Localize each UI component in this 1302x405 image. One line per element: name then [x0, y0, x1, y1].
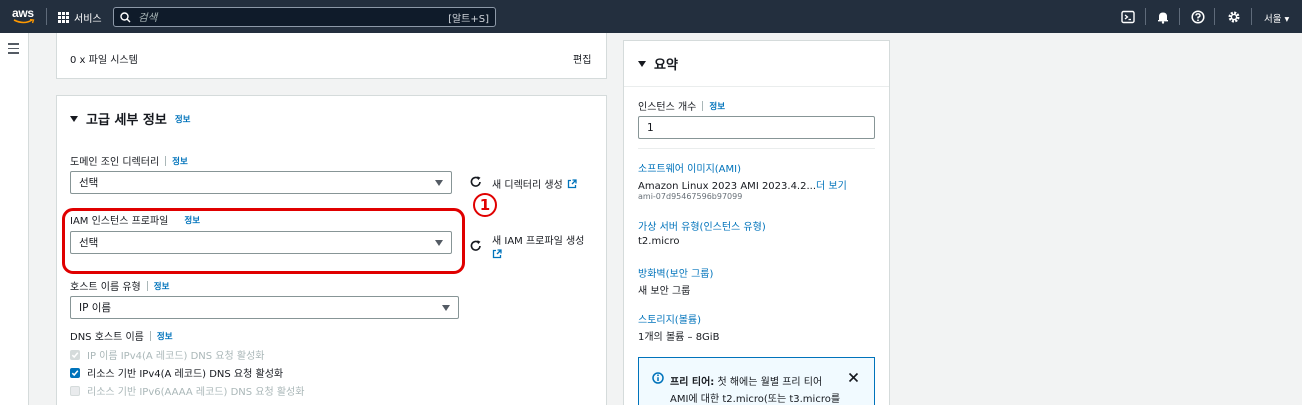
instance-type-link[interactable]: 가상 서버 유형(인스턴스 유형) [638, 218, 766, 233]
checkbox-checked-disabled-icon [70, 349, 80, 360]
hostname-type-label: 호스트 이름 유형 [70, 282, 141, 293]
storage-value: 1개의 볼륨 – 8GiB [638, 332, 720, 343]
search-icon [120, 11, 131, 22]
free-tier-text-1: 첫 해에는 월별 프리 티어 [717, 377, 823, 388]
dns-option-ip-name[interactable]: IP 이름 IPv4(A 레코드) DNS 요청 활성화 [70, 347, 264, 362]
divider [1214, 8, 1215, 25]
chevron-down-icon [442, 305, 450, 311]
search-input[interactable]: 검색 [138, 10, 448, 25]
dns-option-label: 리소스 기반 IPv6(AAAA 레코드) DNS 요청 활성화 [87, 387, 305, 398]
annotation-highlight-frame [62, 208, 465, 274]
annotation-number-badge: 1 [473, 193, 497, 217]
file-system-panel: 0 x 파일 시스템 편집 [56, 33, 607, 79]
divider [1251, 8, 1252, 25]
hostname-type-select-value: IP 이름 [79, 302, 112, 314]
hostname-type-label-row: 호스트 이름 유형 정보 [70, 278, 169, 293]
dns-option-resource-ipv6[interactable]: 리소스 기반 IPv6(AAAA 레코드) DNS 요청 활성화 [70, 383, 304, 398]
search-bar[interactable]: 검색 [알트+S] [113, 7, 496, 27]
external-link-icon [567, 178, 577, 188]
summary-heading: 요약 [654, 58, 678, 73]
dns-option-resource-ipv4[interactable]: 리소스 기반 IPv4(A 레코드) DNS 요청 활성화 [70, 365, 283, 380]
ami-more-link[interactable]: 더 보기 [816, 181, 847, 192]
free-tier-text-2: AMI에 대한 t2.micro(또는 t3.micro를 [670, 394, 841, 405]
hamburger-menu-icon[interactable] [8, 43, 19, 57]
ami-id: ami-07d95467596b97099 [638, 192, 743, 201]
ami-link[interactable]: 소프트웨어 이미지(AMI) [638, 160, 741, 175]
file-system-edit-link[interactable]: 편집 [573, 51, 591, 66]
instance-count-label-row: 인스턴스 개수 정보 [638, 98, 725, 113]
firewall-value: 새 보안 그룹 [638, 286, 691, 297]
free-tier-alert: 프리 티어: 첫 해에는 월별 프리 티어 AMI에 대한 t2.micro(또… [638, 357, 875, 405]
instance-count-input[interactable]: 1 [638, 116, 875, 139]
aws-smile-icon [13, 19, 35, 24]
divider [624, 86, 889, 87]
summary-toggle[interactable]: 요약 [638, 54, 678, 73]
region-selector[interactable]: 서울 ▾ [1264, 11, 1289, 25]
divider [1179, 8, 1180, 25]
free-tier-line-1: 프리 티어: 첫 해에는 월별 프리 티어 [670, 373, 822, 388]
dns-option-label: IP 이름 IPv4(A 레코드) DNS 요청 활성화 [87, 351, 265, 362]
close-icon[interactable] [848, 372, 859, 383]
create-directory-link[interactable]: 새 디렉터리 생성 [492, 176, 577, 191]
chevron-down-icon [435, 180, 443, 186]
domain-join-label: 도메인 조인 디렉터리 [70, 157, 160, 168]
dns-hostname-info-link[interactable]: 정보 [157, 330, 173, 342]
advanced-details-toggle[interactable]: 고급 세부 정보 정보 [70, 109, 190, 128]
hostname-type-select[interactable]: IP 이름 [70, 296, 459, 319]
caret-down-icon [638, 60, 646, 67]
top-navigation-bar: aws 서비스 검색 [알트+S] 서울 ▾ [0, 0, 1302, 33]
aws-logo[interactable]: aws [12, 7, 36, 27]
info-circle-icon [652, 372, 664, 384]
instance-count-value: 1 [647, 121, 654, 134]
domain-join-select-value: 선택 [79, 177, 99, 189]
storage-link[interactable]: 스토리지(볼륨) [638, 311, 701, 326]
file-system-count: 0 x 파일 시스템 [70, 55, 138, 66]
instance-count-label: 인스턴스 개수 [638, 102, 697, 113]
aws-logo-text: aws [12, 6, 34, 20]
domain-join-select[interactable]: 선택 [70, 171, 452, 194]
dns-option-label: 리소스 기반 IPv4(A 레코드) DNS 요청 활성화 [87, 369, 284, 380]
left-navigation-rail [0, 33, 29, 405]
firewall-link[interactable]: 방화벽(보안 그룹) [638, 265, 713, 280]
instance-type-value: t2.micro [638, 236, 680, 247]
create-directory-label: 새 디렉터리 생성 [492, 180, 563, 191]
grid-icon [58, 12, 69, 23]
checkbox-unchecked-disabled-icon [70, 385, 80, 396]
create-iam-profile-link[interactable]: 새 IAM 프로파일 생성 [492, 234, 592, 259]
terminal-icon[interactable] [1121, 10, 1135, 24]
instance-count-info-link[interactable]: 정보 [709, 100, 725, 112]
caret-down-icon [70, 115, 78, 122]
ami-value: Amazon Linux 2023 AMI 2023.4.2... [638, 181, 817, 192]
free-tier-title: 프리 티어: [670, 377, 715, 388]
checkbox-checked-icon [70, 367, 80, 378]
help-icon[interactable] [1191, 10, 1205, 24]
domain-join-info-link[interactable]: 정보 [172, 155, 188, 167]
services-label: 서비스 [74, 14, 102, 25]
dns-hostname-label: DNS 호스트 이름 [70, 332, 144, 343]
refresh-directory-icon[interactable] [469, 175, 483, 189]
dns-hostname-label-row: DNS 호스트 이름 정보 [70, 328, 173, 343]
divider [1145, 8, 1146, 25]
ami-value-row: Amazon Linux 2023 AMI 2023.4.2...더 보기 [638, 177, 847, 192]
divider [638, 148, 875, 149]
hostname-type-info-link[interactable]: 정보 [154, 280, 170, 292]
domain-join-label-row: 도메인 조인 디렉터리 정보 [70, 153, 188, 168]
advanced-details-info-link[interactable]: 정보 [175, 113, 191, 125]
services-menu-button[interactable]: 서비스 [58, 10, 102, 25]
bell-icon[interactable] [1156, 10, 1170, 24]
advanced-details-heading: 고급 세부 정보 [86, 113, 167, 128]
divider [46, 8, 47, 25]
gear-icon[interactable] [1227, 10, 1241, 24]
search-shortcut: [알트+S] [448, 13, 489, 25]
create-iam-profile-label: 새 IAM 프로파일 생성 [492, 236, 585, 247]
external-link-icon [492, 249, 502, 259]
refresh-iam-profile-icon[interactable] [469, 239, 483, 253]
